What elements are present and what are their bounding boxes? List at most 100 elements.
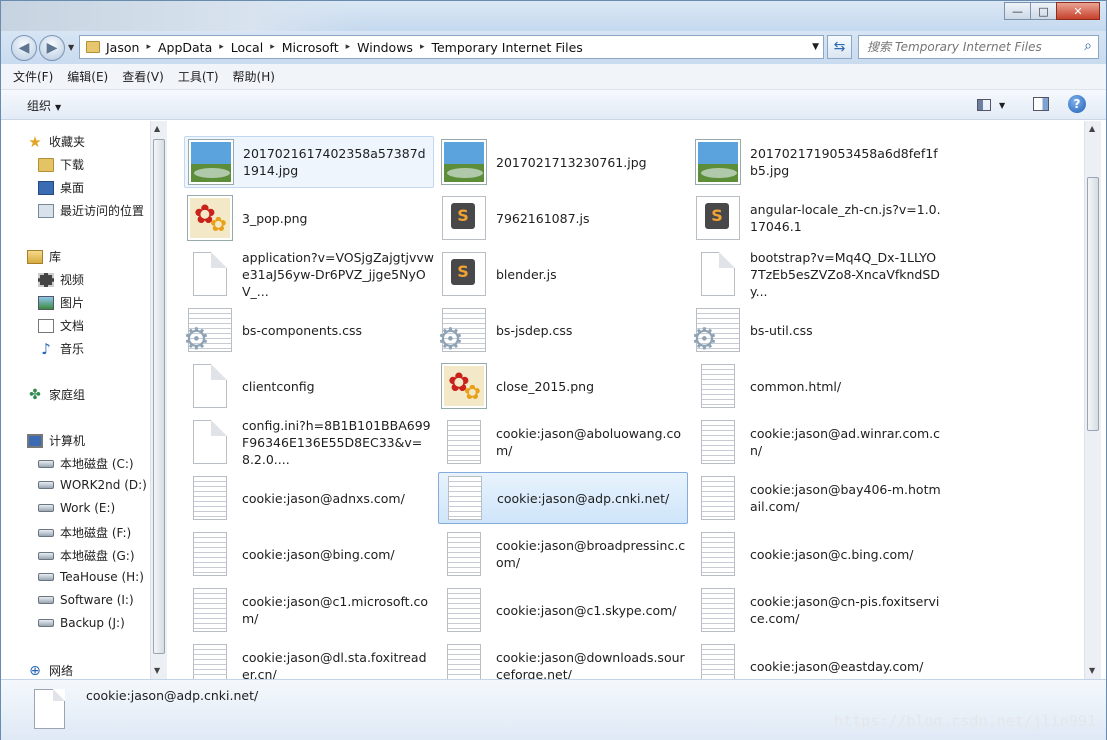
- nav-drive[interactable]: WORK2nd (D:): [38, 478, 147, 492]
- nav-videos[interactable]: 视频: [38, 271, 84, 288]
- file-item[interactable]: cookie:jason@adp.cnki.net/: [438, 472, 688, 524]
- menu-item[interactable]: 帮助(H): [233, 68, 275, 85]
- file-item[interactable]: angular-locale_zh-cn.js?v=1.0.17046.1: [692, 192, 942, 244]
- file-item[interactable]: cookie:jason@adnxs.com/: [184, 472, 434, 524]
- scroll-up-icon[interactable]: ▲: [1089, 124, 1095, 133]
- nav-network[interactable]: ⊕ 网络: [27, 662, 73, 679]
- file-item[interactable]: cookie:jason@broadpressinc.com/: [438, 528, 688, 580]
- file-item[interactable]: cookie:jason@eastday.com/: [692, 640, 942, 679]
- address-bar[interactable]: Jason ▸ AppData ▸ Local ▸ Microsoft ▸ Windows ▸ Te…: [79, 35, 824, 59]
- file-item[interactable]: blender.js: [438, 248, 688, 300]
- breadcrumb-item[interactable]: Windows: [357, 40, 413, 55]
- menu-item[interactable]: 编辑(E): [67, 68, 108, 85]
- file-item[interactable]: bs-components.css: [183, 304, 434, 357]
- nav-libraries[interactable]: 库: [27, 248, 61, 265]
- title-bar[interactable]: — □ ✕: [1, 1, 1106, 31]
- content-scrollbar[interactable]: ▲ ▼: [1084, 121, 1101, 679]
- nav-drive[interactable]: 本地磁盘 (C:): [38, 455, 134, 472]
- scroll-down-icon[interactable]: ▼: [154, 666, 160, 675]
- video-icon: [38, 272, 54, 287]
- organize-button[interactable]: 组织 ▼: [27, 97, 61, 114]
- file-item[interactable]: config.ini?h=8B1B101BBA699F96346E136E55D…: [184, 416, 434, 468]
- nav-homegroup[interactable]: ✤ 家庭组: [27, 386, 85, 403]
- close-button[interactable]: ✕: [1056, 2, 1100, 20]
- file-item[interactable]: clientconfig: [184, 360, 434, 412]
- file-item[interactable]: cookie:jason@cn-pis.foxitservice.com/: [692, 584, 942, 636]
- drive-icon: [38, 504, 54, 512]
- file-item[interactable]: cookie:jason@c1.microsoft.com/: [184, 584, 434, 636]
- nav-drive[interactable]: TeaHouse (H:): [38, 570, 144, 584]
- menu-bar: 文件(F) 编辑(E) 查看(V) 工具(T) 帮助(H): [1, 64, 1106, 90]
- file-item[interactable]: close_2015.png: [438, 360, 688, 412]
- breadcrumb-item[interactable]: AppData: [158, 40, 212, 55]
- breadcrumb-item[interactable]: Jason: [106, 40, 139, 55]
- file-item[interactable]: common.html/: [692, 360, 942, 412]
- nav-pictures[interactable]: 图片: [38, 294, 84, 311]
- file-item[interactable]: application?v=VOSjgZajgtjvvwe31aJ56yw-Dr…: [184, 248, 434, 300]
- file-item[interactable]: 2017021719053458a6d8fef1fb5.jpg: [692, 136, 942, 188]
- file-item[interactable]: bootstrap?v=Mq4Q_Dx-1LLYO7TzEb5esZVZo8-X…: [692, 248, 942, 300]
- refresh-button[interactable]: ⇆: [827, 35, 852, 59]
- file-item[interactable]: cookie:jason@c.bing.com/: [692, 528, 942, 580]
- computer-icon: [27, 433, 43, 448]
- breadcrumb-separator-icon[interactable]: ▸: [146, 42, 151, 52]
- file-item[interactable]: cookie:jason@bing.com/: [184, 528, 434, 580]
- img-file-icon: [442, 140, 486, 184]
- menu-item[interactable]: 工具(T): [178, 68, 219, 85]
- file-item[interactable]: cookie:jason@bay406-m.hotmail.com/: [692, 472, 942, 524]
- file-item[interactable]: 2017021713230761.jpg: [438, 136, 688, 188]
- file-item[interactable]: bs-jsdep.css: [437, 304, 688, 357]
- breadcrumb-separator-icon[interactable]: ▸: [346, 42, 351, 52]
- file-item[interactable]: cookie:jason@downloads.sourceforge.net/: [438, 640, 688, 679]
- file-name: application?v=VOSjgZajgtjvvwe31aJ56yw-Dr…: [242, 249, 434, 299]
- help-button[interactable]: ?: [1068, 95, 1086, 113]
- nav-favorites[interactable]: ★ 收藏夹: [27, 133, 85, 150]
- text-file-icon: [701, 532, 735, 576]
- nav-label: 视频: [60, 273, 85, 287]
- breadcrumb-separator-icon[interactable]: ▸: [420, 42, 425, 52]
- forward-button[interactable]: ▶: [39, 35, 65, 61]
- nav-recent-places[interactable]: 最近访问的位置: [38, 202, 144, 219]
- file-item[interactable]: cookie:jason@c1.skype.com/: [438, 584, 688, 636]
- nav-downloads[interactable]: 下载: [38, 156, 84, 173]
- breadcrumb-item[interactable]: Microsoft: [282, 40, 339, 55]
- scroll-down-icon[interactable]: ▼: [1089, 666, 1095, 675]
- nav-drive[interactable]: Work (E:): [38, 501, 115, 515]
- maximize-button[interactable]: □: [1030, 2, 1057, 20]
- navigation-scrollbar[interactable]: ▲ ▼: [150, 121, 167, 679]
- change-view-button[interactable]: ▼: [977, 96, 1011, 114]
- file-item[interactable]: bs-util.css: [691, 304, 942, 357]
- nav-drive[interactable]: Backup (J:): [38, 616, 125, 630]
- breadcrumb-item[interactable]: Local: [231, 40, 263, 55]
- nav-drive[interactable]: 本地磁盘 (G:): [38, 547, 135, 564]
- recent-pages-dropdown-icon[interactable]: ▼: [68, 43, 74, 52]
- file-item[interactable]: 7962161087.js: [438, 192, 688, 244]
- breadcrumb-separator-icon[interactable]: ▸: [270, 42, 275, 52]
- nav-drive[interactable]: Software (I:): [38, 593, 134, 607]
- address-dropdown-icon[interactable]: ▼: [812, 42, 819, 52]
- search-icon[interactable]: ⌕: [1084, 38, 1092, 54]
- search-input[interactable]: [867, 40, 1067, 54]
- file-item[interactable]: cookie:jason@dl.sta.foxitreader.cn/: [184, 640, 434, 679]
- file-item[interactable]: cookie:jason@ad.winrar.com.cn/: [692, 416, 942, 468]
- back-button[interactable]: ◀: [11, 35, 37, 61]
- menu-item[interactable]: 查看(V): [122, 68, 164, 85]
- scrollbar-thumb[interactable]: [1087, 177, 1099, 431]
- breadcrumb-item[interactable]: Temporary Internet Files: [431, 40, 582, 55]
- nav-desktop[interactable]: 桌面: [38, 179, 84, 196]
- scroll-up-icon[interactable]: ▲: [154, 124, 160, 133]
- nav-music[interactable]: ♪ 音乐: [38, 340, 84, 357]
- minimize-button[interactable]: —: [1004, 2, 1031, 20]
- nav-documents[interactable]: 文档: [38, 317, 84, 334]
- nav-computer[interactable]: 计算机: [27, 432, 85, 449]
- file-item[interactable]: 3_pop.png: [184, 192, 434, 244]
- preview-pane-button[interactable]: [1033, 97, 1049, 111]
- search-box[interactable]: ⌕: [858, 35, 1099, 59]
- file-item[interactable]: cookie:jason@aboluowang.com/: [438, 416, 688, 468]
- nav-drive[interactable]: 本地磁盘 (F:): [38, 524, 131, 541]
- file-item[interactable]: 2017021617402358a57387d1914.jpg: [184, 136, 434, 188]
- breadcrumb-separator-icon[interactable]: ▸: [219, 42, 224, 52]
- scrollbar-thumb[interactable]: [153, 139, 165, 654]
- file-name: cookie:jason@adp.cnki.net/: [497, 490, 670, 506]
- menu-item[interactable]: 文件(F): [13, 68, 53, 85]
